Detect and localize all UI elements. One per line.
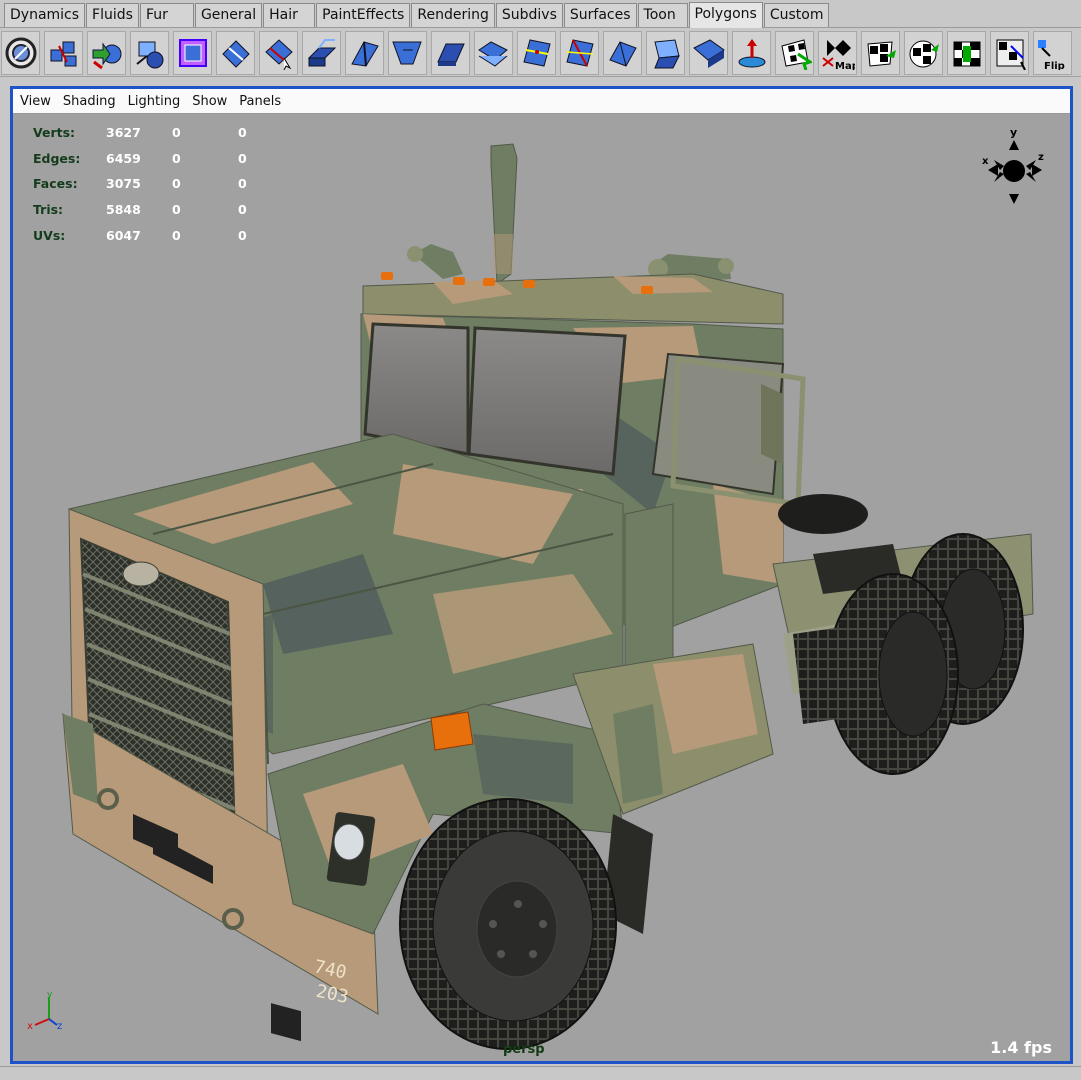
hud-value: 0 [172,150,181,166]
poke-face-icon[interactable] [689,30,728,75]
tab-painteffects[interactable]: PaintEffects [316,3,411,27]
hud-row-tris: Tris: 5848 0 0 [33,197,304,223]
tab-hair[interactable]: Hair [263,3,316,27]
smooth-proxy-icon[interactable] [173,30,212,75]
triad-y-label: y [47,991,53,1000]
tab-fluids[interactable]: Fluids [86,3,139,27]
viewport-canvas[interactable]: NP0762 740 203 [13,114,1070,1061]
sculpt-icon[interactable] [775,30,814,75]
bevel-icon[interactable] [388,30,427,75]
hud-value: 0 [238,150,247,166]
hud-label: Faces: [33,176,78,192]
hud-label: Tris: [33,202,64,218]
planar-map-icon[interactable]: Map [818,30,857,75]
tab-rendering[interactable]: Rendering [411,3,495,27]
camera-name-label: persp [503,1042,545,1057]
tab-toon[interactable]: Toon [637,3,688,27]
layout-uvs-icon[interactable] [990,30,1029,75]
menu-show[interactable]: Show [192,94,227,109]
hud-row-faces: Faces: 3075 0 0 [33,171,304,197]
view-compass-icon[interactable]: y x z [980,124,1050,214]
hud-row-uvs: UVs: 6047 0 0 [33,222,304,248]
hud-value: 3627 [106,125,141,141]
split-polygon-icon[interactable] [216,30,255,75]
hud-label: UVs: [33,227,66,243]
merge-icon[interactable] [603,30,642,75]
tab-fur[interactable]: Fur [139,3,194,27]
append-polygon-icon[interactable] [474,30,513,75]
triad-x-label: x [27,1021,33,1031]
combine-icon[interactable] [44,30,83,75]
map-label: Map [835,61,855,70]
tab-general[interactable]: General [194,3,263,27]
hud-value: 6459 [106,150,141,166]
compass-z-label: z [1038,152,1044,163]
menu-shading[interactable]: Shading [63,94,116,109]
automatic-map-icon[interactable] [861,30,900,75]
wedge-face-icon[interactable] [646,30,685,75]
hud-value: 6047 [106,227,141,243]
spherical-map-icon[interactable] [947,30,986,75]
uv-texture-editor-icon[interactable]: Flip [1033,30,1072,75]
collapse-icon[interactable] [732,30,771,75]
menu-options-icon[interactable] [1,30,40,75]
tab-polygons[interactable]: Polygons [688,2,763,28]
compass-y-label: y [1010,126,1017,139]
hud-value: 0 [172,202,181,218]
hud-row-edges: Edges: 6459 0 0 [33,146,304,172]
menu-view[interactable]: View [20,94,51,109]
cylindrical-map-icon[interactable] [904,30,943,75]
poly-count-hud: Verts: 3627 0 0 Edges: 6459 0 0 Faces: 3… [33,120,304,248]
tab-dynamics[interactable]: Dynamics [4,3,86,27]
hud-value: 0 [238,202,247,218]
shelf-toolbar: Map Flip [0,29,1081,77]
perspective-panel: View Shading Lighting Show Panels 740 20… [10,86,1073,1064]
hud-value: 0 [238,125,247,141]
menu-panels[interactable]: Panels [239,94,281,109]
time-slider[interactable] [0,1066,1081,1080]
hud-value: 0 [238,227,247,243]
hud-label: Verts: [33,125,76,141]
extrude-face-icon[interactable] [302,30,341,75]
hud-value: 0 [172,227,181,243]
tab-surfaces[interactable]: Surfaces [563,3,637,27]
menu-lighting[interactable]: Lighting [128,94,181,109]
shelf-tab-bar: Dynamics Fluids Fur General Hair PaintEf… [0,0,1081,28]
truck-model[interactable]: NP0762 740 203 [13,114,1070,1061]
hud-value: 0 [172,125,181,141]
hud-value: 5848 [106,202,141,218]
hud-value: 3075 [106,176,141,192]
chamfer-vertex-icon[interactable] [431,30,470,75]
tab-subdivs[interactable]: Subdivs [495,3,563,27]
hud-value: 0 [172,176,181,192]
separate-icon[interactable] [87,30,126,75]
hud-row-verts: Verts: 3627 0 0 [33,120,304,146]
fps-readout: 1.4 fps [990,1038,1052,1057]
extrude-edge-icon[interactable] [345,30,384,75]
hud-label: Edges: [33,150,81,166]
panel-menubar: View Shading Lighting Show Panels [13,89,1070,114]
cut-faces-icon[interactable] [517,30,556,75]
split-edge-icon[interactable] [560,30,599,75]
triad-z-label: z [57,1021,62,1031]
select-edge-ring-icon[interactable] [259,30,298,75]
tab-custom[interactable]: Custom [763,3,830,27]
extract-icon[interactable] [130,30,169,75]
axis-triad-icon: y x z [27,991,62,1031]
flip-label: Flip [1044,61,1065,70]
hud-value: 0 [238,176,247,192]
compass-x-label: x [982,156,989,167]
